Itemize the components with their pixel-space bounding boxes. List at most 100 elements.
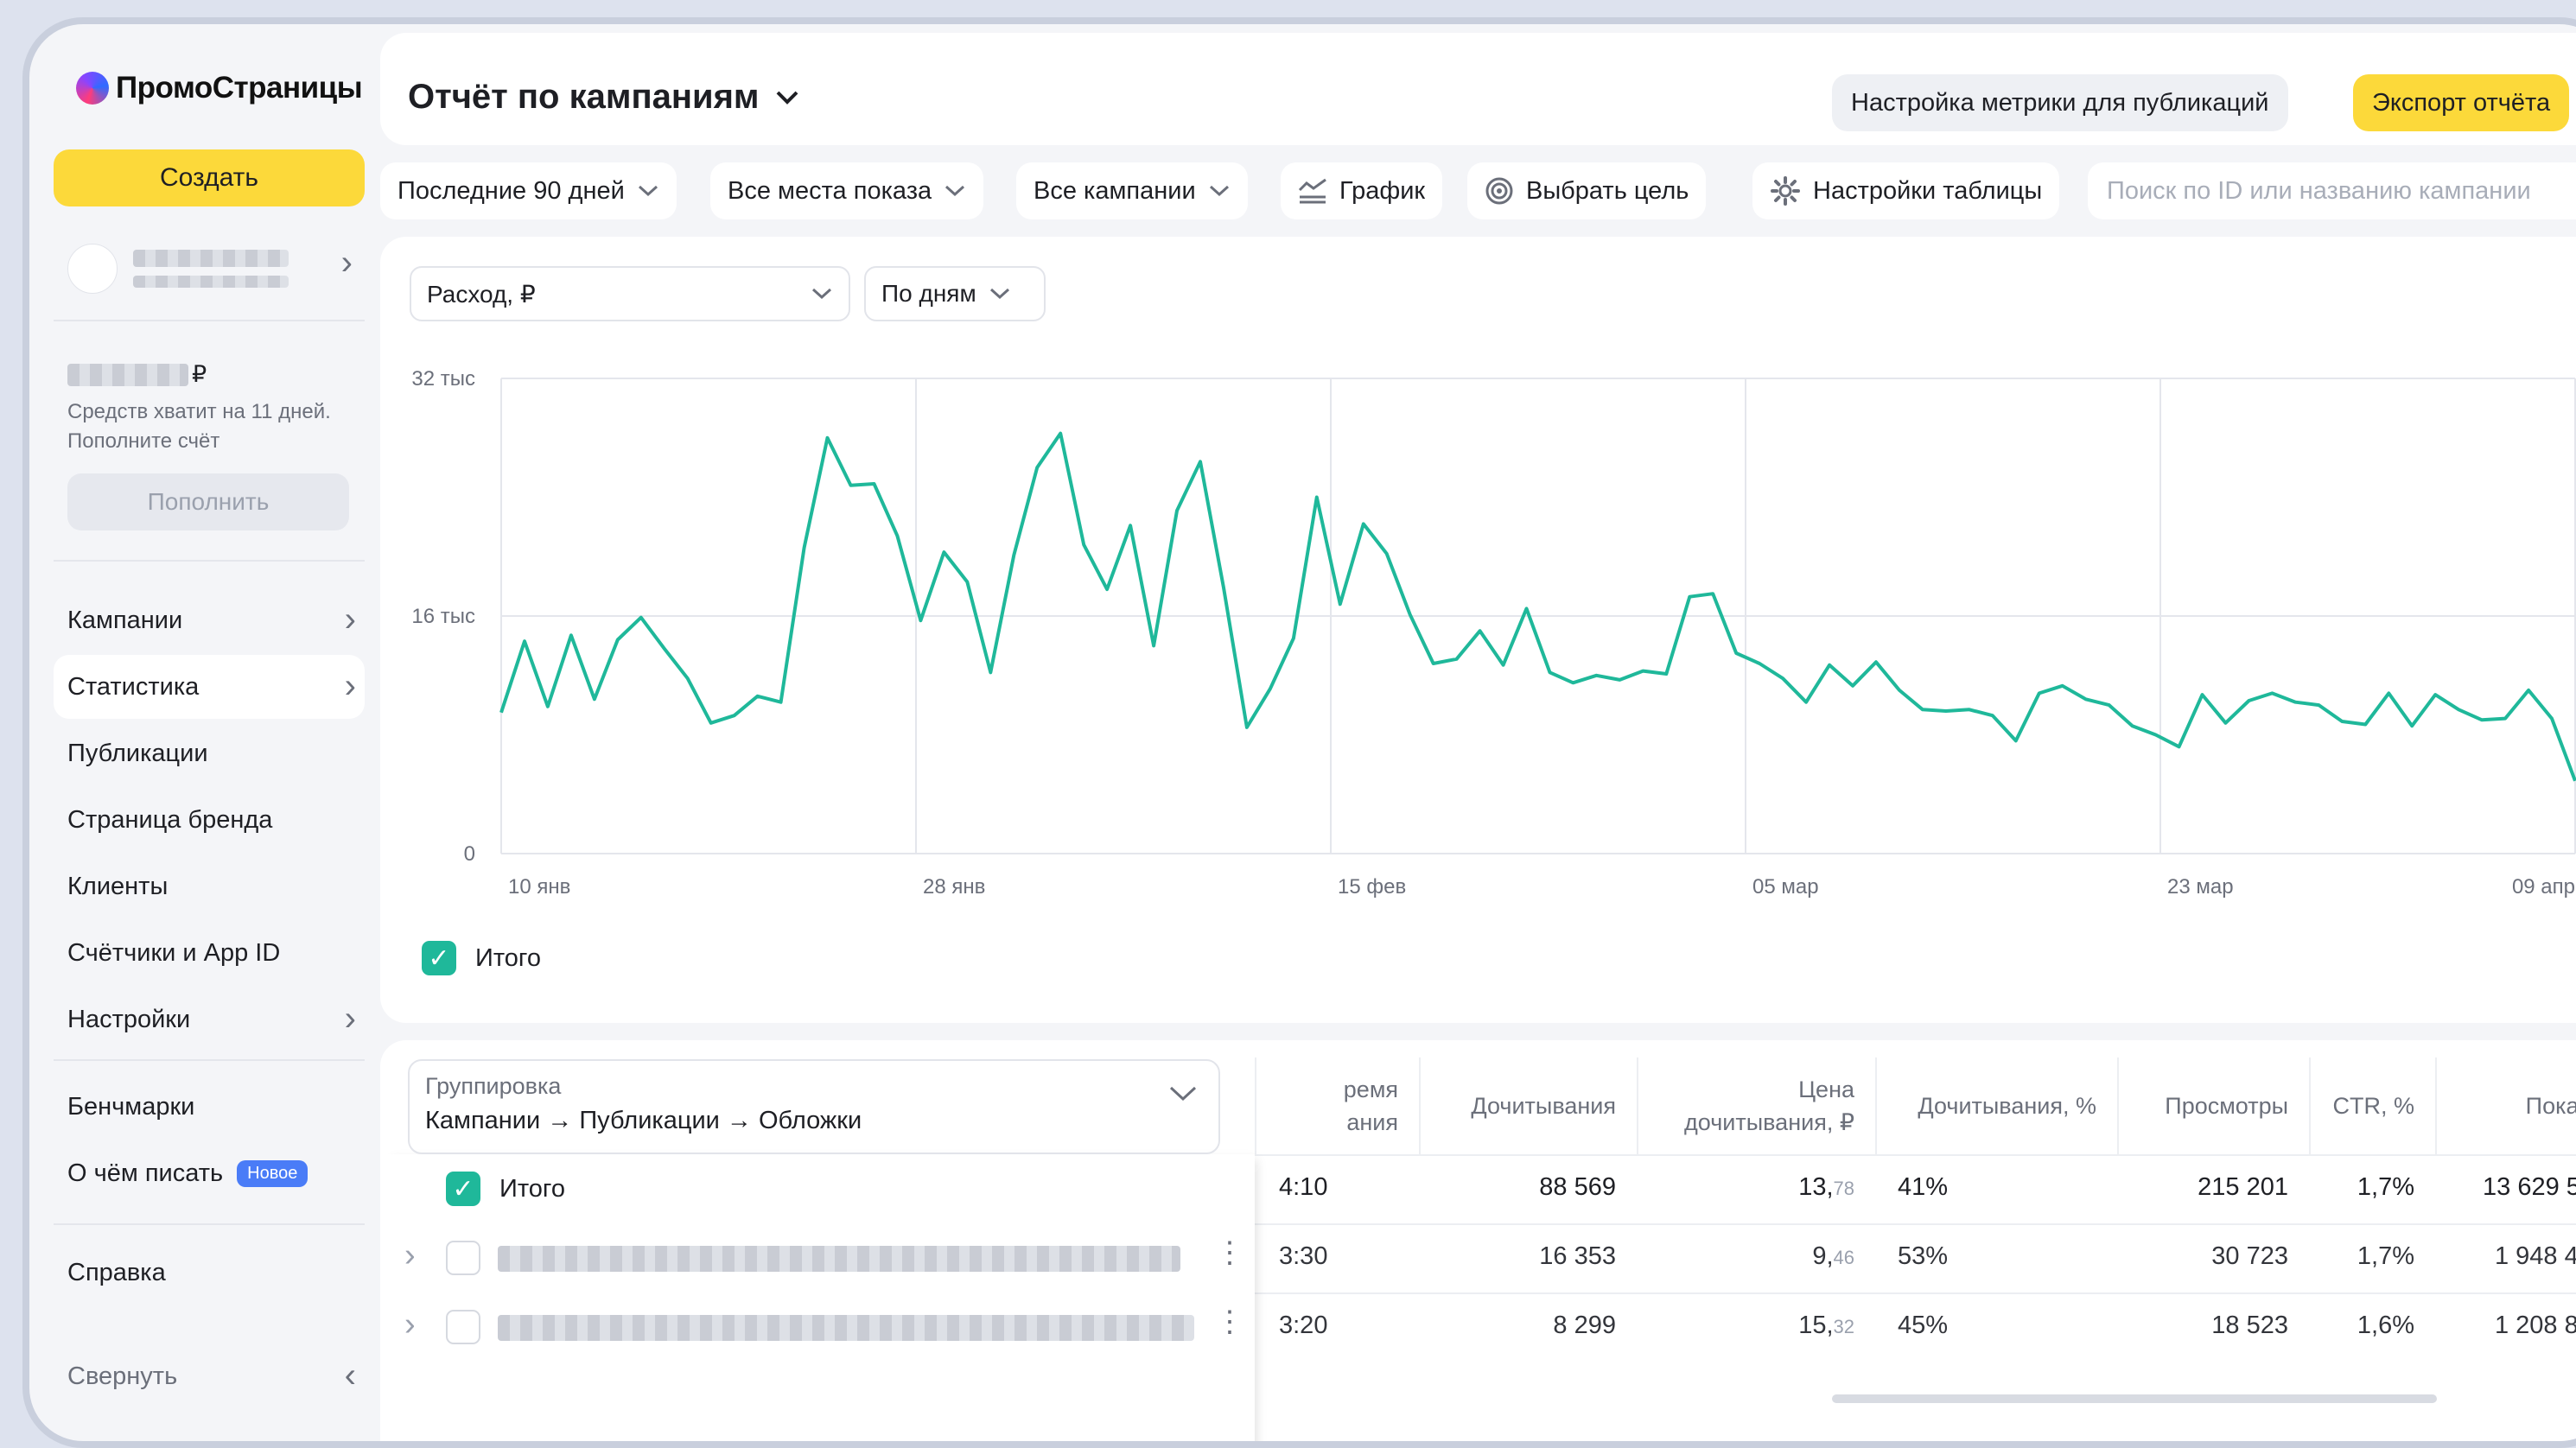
column-header-ctr[interactable]: CTR, % <box>2309 1057 2435 1154</box>
table-row-total[interactable]: ✓ Итого <box>446 1172 565 1206</box>
account-switcher[interactable]: › <box>67 240 361 297</box>
sidebar-item-publications[interactable]: Публикации <box>54 721 365 785</box>
cell-impressions: 1 208 864 <box>2494 1311 2576 1339</box>
collapse-button[interactable]: Свернуть ‹ <box>54 1344 365 1408</box>
sidebar-item-label: Справка <box>67 1258 166 1286</box>
period-filter[interactable]: Последние 90 дней <box>380 162 677 219</box>
report-selector[interactable]: Отчёт по кампаниям <box>408 78 799 117</box>
chevron-right-icon: › <box>344 1000 356 1038</box>
goal-select-label: Выбрать цель <box>1526 176 1689 205</box>
balance-amount-blurred <box>67 363 188 386</box>
sidebar-item-statistics[interactable]: Статистика › <box>54 655 365 719</box>
period-filter-label: Последние 90 дней <box>398 176 625 205</box>
cell-reads: 16 353 <box>1539 1242 1616 1270</box>
column-header-time-line2: ания <box>1346 1109 1398 1135</box>
legend-checkbox[interactable]: ✓ <box>422 941 456 975</box>
topup-button[interactable]: Пополнить <box>67 473 349 530</box>
sidebar-item-settings[interactable]: Настройки › <box>54 988 365 1051</box>
x-tick-label: 10 янв <box>508 875 570 899</box>
sidebar-item-label: Страница бренда <box>67 805 273 834</box>
sidebar-collapse: Свернуть ‹ <box>54 1344 365 1411</box>
metric-select[interactable]: Расход, ₽ <box>410 266 850 321</box>
divider <box>54 1223 365 1225</box>
cell-views: 18 523 <box>2211 1311 2288 1339</box>
row-checkbox-total[interactable]: ✓ <box>446 1172 480 1206</box>
cell-price-fraction: 46 <box>1833 1247 1854 1268</box>
sidebar-item-label: Кампании <box>67 606 183 634</box>
column-header-impressions[interactable]: Показы <box>2435 1057 2576 1154</box>
chevron-down-icon <box>1209 185 1229 197</box>
x-tick-label: 15 фев <box>1338 875 1406 899</box>
cell-read-pct: 41% <box>1898 1173 1949 1201</box>
sidebar: ПромоСтраницы Создать › ₽ Средств хватит… <box>29 24 375 1441</box>
chevron-down-icon <box>1169 1086 1197 1102</box>
cell-reads: 8 299 <box>1553 1311 1616 1339</box>
y-tick-label: 16 тыс <box>411 605 475 628</box>
column-header-time-line1: ремя <box>1343 1076 1398 1102</box>
logo-text: ПромоСтраницы <box>116 71 363 105</box>
campaign-search-input[interactable]: Поиск по ID или названию кампании <box>2088 162 2576 219</box>
goal-select-button[interactable]: Выбрать цель <box>1467 162 1707 219</box>
chevron-down-icon <box>989 288 1009 300</box>
table-settings-button[interactable]: Настройки таблицы <box>1752 162 2060 219</box>
campaign-name-blurred <box>498 1246 1180 1272</box>
topup-hint: Пополните счёт <box>67 429 220 453</box>
divider <box>54 560 365 562</box>
chart-card: Расход, ₽ По дням 32 тыс 16 тыс 0 10 янв 28… <box>380 237 2576 1023</box>
chevron-down-icon <box>811 288 832 300</box>
x-tick-label: 09 апр <box>2512 875 2575 899</box>
chart-toggle-button[interactable]: График <box>1281 162 1443 219</box>
cell-price-integer: 9, <box>1812 1242 1834 1270</box>
campaigns-filter[interactable]: Все кампании <box>1016 162 1248 219</box>
sidebar-item-counters[interactable]: Счётчики и App ID <box>54 921 365 985</box>
column-header-read-price[interactable]: Цена дочитывания, ₽ <box>1637 1057 1875 1154</box>
logo[interactable]: ПромоСтраницы <box>76 71 363 105</box>
sidebar-item-benchmarks[interactable]: Бенчмарки <box>54 1075 365 1139</box>
places-filter[interactable]: Все места показа <box>710 162 984 219</box>
column-header-views[interactable]: Просмотры <box>2117 1057 2309 1154</box>
expand-chevron-icon[interactable]: › <box>404 1306 416 1343</box>
row-menu-icon[interactable]: ⋮ <box>1215 1305 1244 1339</box>
column-header-time[interactable]: ремя ания <box>1255 1057 1419 1154</box>
column-header-reads[interactable]: Дочитывания <box>1419 1057 1637 1154</box>
export-report-button[interactable]: Экспорт отчёта <box>2353 74 2570 131</box>
cell-impressions: 1 948 493 <box>2494 1242 2576 1270</box>
create-button[interactable]: Создать <box>54 149 365 206</box>
grouping-select[interactable]: Группировка Кампании → Публикации → Обло… <box>408 1059 1220 1154</box>
row-checkbox[interactable] <box>446 1241 480 1275</box>
filters-bar: Последние 90 дней Все места показа Все к… <box>380 162 2576 219</box>
campaigns-filter-label: Все кампании <box>1034 176 1196 205</box>
legend-total[interactable]: ✓ Итого <box>422 941 541 975</box>
cell-read-pct: 45% <box>1898 1311 1949 1339</box>
cell-time: 4:10 <box>1279 1173 1328 1201</box>
balance: ₽ <box>67 361 207 388</box>
row-menu-icon[interactable]: ⋮ <box>1215 1235 1244 1270</box>
sidebar-item-label: Счётчики и App ID <box>67 938 281 967</box>
metric-setup-button[interactable]: Настройка метрики для публикаций <box>1832 74 2288 131</box>
cell-reads: 88 569 <box>1539 1173 1616 1201</box>
cell-impressions: 13 629 511 <box>2483 1173 2576 1201</box>
series-line-total <box>499 431 2576 782</box>
granularity-select-value: По дням <box>881 280 976 307</box>
cell-price-fraction: 78 <box>1833 1178 1854 1199</box>
page-title: Отчёт по кампаниям <box>408 78 760 116</box>
chevron-down-icon <box>945 185 965 197</box>
sidebar-nav-secondary: Бенчмарки О чём писать Новое <box>54 1075 365 1208</box>
sidebar-item-what-to-write[interactable]: О чём писать Новое <box>54 1141 365 1205</box>
chevron-right-icon: › <box>344 667 356 705</box>
sidebar-item-help[interactable]: Справка <box>54 1241 365 1305</box>
places-filter-label: Все места показа <box>728 176 932 205</box>
sidebar-item-clients[interactable]: Клиенты <box>54 854 365 918</box>
expand-chevron-icon[interactable]: › <box>404 1237 416 1274</box>
granularity-select[interactable]: По дням <box>864 266 1046 321</box>
new-badge: Новое <box>237 1159 308 1187</box>
column-header-read-pct[interactable]: Дочитывания, % <box>1875 1057 2117 1154</box>
sidebar-item-brand-page[interactable]: Страница бренда <box>54 788 365 852</box>
row-checkbox[interactable] <box>446 1310 480 1344</box>
sidebar-item-campaigns[interactable]: Кампании › <box>54 588 365 652</box>
account-sub-blurred <box>133 276 289 288</box>
chevron-down-icon <box>638 185 658 197</box>
sidebar-item-label: Статистика <box>67 672 200 701</box>
horizontal-scrollbar[interactable] <box>1832 1394 2437 1403</box>
y-tick-label: 0 <box>464 842 475 866</box>
